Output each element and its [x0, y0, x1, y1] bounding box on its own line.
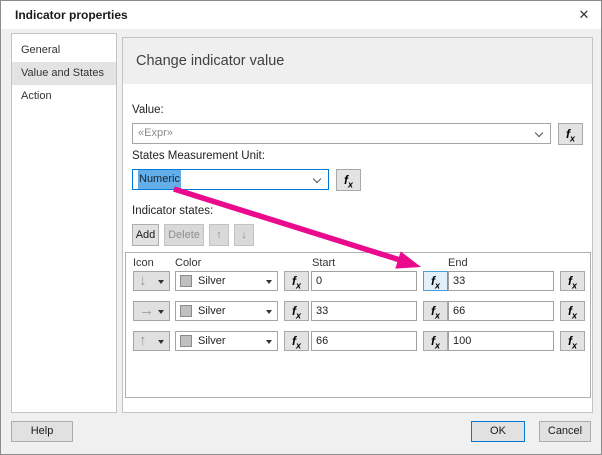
unit-current: Numeric	[138, 170, 181, 189]
unit-label: States Measurement Unit:	[132, 150, 265, 162]
fx-icon: fx	[430, 334, 440, 351]
color-name: Silver	[198, 335, 226, 347]
silver-color-swatch	[180, 335, 192, 347]
col-header-color: Color	[175, 257, 202, 269]
down-arrow-icon: ↓	[139, 272, 147, 289]
unit-fx-button[interactable]: fx	[336, 169, 361, 191]
caret-down-icon	[266, 280, 272, 284]
color-name: Silver	[198, 275, 226, 287]
caret-down-icon	[266, 340, 272, 344]
silver-color-swatch	[180, 275, 192, 287]
fx-icon: fx	[343, 173, 353, 190]
fx-icon: fx	[567, 334, 577, 351]
start-value-input[interactable]	[311, 301, 417, 321]
col-header-icon: Icon	[133, 257, 154, 269]
fx-icon: fx	[565, 127, 575, 144]
icon-dropdown-right-arrow[interactable]: →	[133, 301, 170, 321]
cancel-button[interactable]: Cancel	[539, 421, 591, 442]
fx-icon: fx	[430, 274, 440, 291]
color-dropdown[interactable]: Silver	[175, 331, 278, 351]
up-arrow-icon: ↑	[216, 229, 222, 241]
start-value-input[interactable]	[311, 331, 417, 351]
icon-dropdown-down-arrow[interactable]: ↓	[133, 271, 170, 291]
delete-button[interactable]: Delete	[164, 224, 204, 246]
fx-icon: fx	[567, 304, 577, 321]
caret-down-icon	[158, 280, 164, 284]
icon-dropdown-up-arrow[interactable]: ↑	[133, 331, 170, 351]
unit-combobox[interactable]: Numeric	[132, 169, 329, 190]
main-panel: Change indicator value Value: «Expr» fx …	[122, 37, 593, 413]
value-fx-button[interactable]: fx	[558, 123, 583, 145]
start-fx-button[interactable]: fx	[423, 301, 448, 321]
move-down-button[interactable]: ↓	[234, 224, 254, 246]
fx-icon: fx	[291, 334, 301, 351]
value-current: «Expr»	[138, 127, 173, 139]
color-fx-button[interactable]: fx	[284, 331, 309, 351]
color-fx-button[interactable]: fx	[284, 271, 309, 291]
help-button[interactable]: Help	[11, 421, 73, 442]
main-header: Change indicator value	[123, 38, 592, 84]
add-button[interactable]: Add	[132, 224, 159, 246]
chevron-down-icon	[534, 128, 544, 138]
end-value-input[interactable]	[448, 331, 554, 351]
end-fx-button[interactable]: fx	[560, 301, 585, 321]
color-fx-button[interactable]: fx	[284, 301, 309, 321]
right-arrow-icon: →	[139, 302, 154, 319]
fx-icon: fx	[567, 274, 577, 291]
value-combobox[interactable]: «Expr»	[132, 123, 551, 144]
move-up-button[interactable]: ↑	[209, 224, 229, 246]
color-name: Silver	[198, 305, 226, 317]
dialog-title: Indicator properties	[15, 8, 128, 22]
page-title: Change indicator value	[136, 53, 285, 69]
start-fx-button-highlighted[interactable]: fx	[423, 271, 448, 291]
end-value-input[interactable]	[448, 271, 554, 291]
up-arrow-icon: ↑	[139, 332, 147, 349]
end-fx-button[interactable]: fx	[560, 331, 585, 351]
sidebar: General Value and States Action	[11, 33, 117, 413]
fx-icon: fx	[291, 304, 301, 321]
caret-down-icon	[158, 340, 164, 344]
silver-color-swatch	[180, 305, 192, 317]
down-arrow-icon: ↓	[241, 229, 247, 241]
start-fx-button[interactable]: fx	[423, 331, 448, 351]
start-value-input[interactable]	[311, 271, 417, 291]
indicator-states-label: Indicator states:	[132, 205, 214, 217]
color-dropdown[interactable]: Silver	[175, 271, 278, 291]
sidebar-item-general[interactable]: General	[12, 39, 116, 62]
fx-icon: fx	[291, 274, 301, 291]
indicator-properties-dialog: Indicator properties ✕ General Value and…	[0, 0, 602, 455]
states-table: Icon Color Start End ↓ Silver fx 0 fx 33…	[125, 252, 591, 398]
caret-down-icon	[158, 310, 164, 314]
fx-icon: fx	[430, 304, 440, 321]
close-icon[interactable]: ✕	[567, 1, 601, 29]
sidebar-item-action[interactable]: Action	[12, 85, 116, 108]
chevron-down-icon	[312, 174, 322, 184]
col-header-start: Start	[312, 257, 336, 269]
end-fx-button[interactable]: fx	[560, 271, 585, 291]
color-dropdown[interactable]: Silver	[175, 301, 278, 321]
ok-button[interactable]: OK	[471, 421, 525, 442]
sidebar-item-value-and-states[interactable]: Value and States	[12, 62, 116, 85]
title-bar: Indicator properties ✕	[1, 1, 601, 29]
col-header-end: End	[448, 257, 468, 269]
value-label: Value:	[132, 104, 164, 116]
caret-down-icon	[266, 310, 272, 314]
end-value-input[interactable]	[448, 301, 554, 321]
